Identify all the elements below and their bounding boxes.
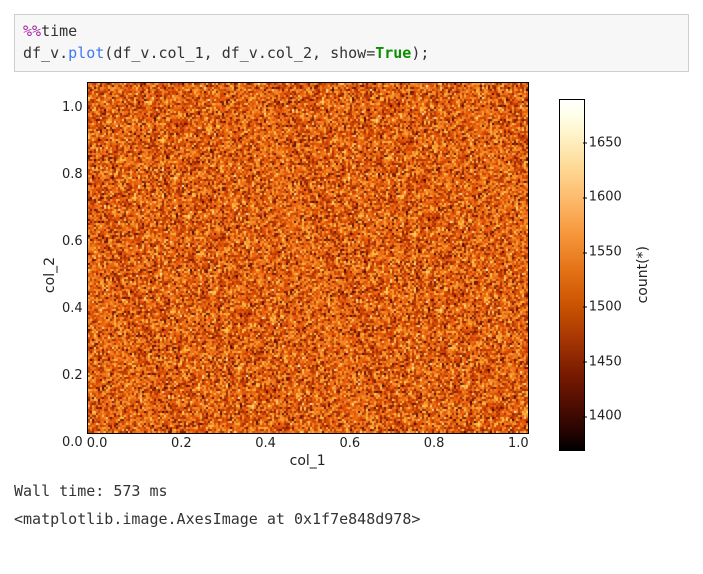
- colorbar-ticks: 1400 1450 1500 1550 1600 1650: [585, 99, 631, 449]
- wall-time: Wall time: 573 ms: [14, 477, 689, 506]
- repr-output: <matplotlib.image.AxesImage at 0x1f7e848…: [14, 505, 689, 534]
- colorbar-tick: 1600: [589, 190, 622, 205]
- colorbar-tick: 1500: [589, 299, 622, 314]
- magic-percent: %%: [23, 22, 41, 40]
- code-obj: df_v: [23, 44, 59, 62]
- y-tick: 0.0: [62, 435, 83, 450]
- colorbar-label: count(*): [635, 246, 651, 303]
- y-ticks: 1.0 0.8 0.6 0.4 0.2 0.0: [62, 100, 87, 450]
- x-tick: 0.2: [171, 436, 192, 451]
- x-axis-label: col_1: [87, 453, 529, 469]
- output-text: Wall time: 573 ms <matplotlib.image.Axes…: [14, 477, 689, 534]
- x-tick: 0.6: [339, 436, 360, 451]
- colorbar-tick: 1450: [589, 354, 622, 369]
- figure: col_2 1.0 0.8 0.6 0.4 0.2 0.0 0.0 0.2 0.…: [42, 82, 689, 469]
- magic-name: time: [41, 22, 77, 40]
- colorbar-tick: 1400: [589, 409, 622, 424]
- heatmap-canvas: [88, 83, 528, 433]
- x-tick: 0.4: [255, 436, 276, 451]
- x-tick: 0.0: [87, 436, 108, 451]
- code-method: plot: [68, 44, 104, 62]
- y-tick: 0.6: [62, 234, 83, 249]
- x-ticks: 0.0 0.2 0.4 0.6 0.8 1.0: [87, 436, 529, 451]
- x-tick: 0.8: [424, 436, 445, 451]
- colorbar-tick: 1550: [589, 245, 622, 260]
- y-tick: 0.4: [62, 301, 83, 316]
- y-tick: 1.0: [62, 100, 83, 115]
- code-cell: %%time df_v.plot(df_v.col_1, df_v.col_2,…: [14, 14, 689, 72]
- y-tick: 0.2: [62, 368, 83, 383]
- x-tick: 1.0: [508, 436, 529, 451]
- heatmap-plot: [87, 82, 529, 434]
- colorbar-tick: 1650: [589, 135, 622, 150]
- y-tick: 0.8: [62, 167, 83, 182]
- colorbar: 1400 1450 1500 1550 1600 1650 count(*): [559, 82, 651, 469]
- colorbar-gradient: [559, 99, 585, 451]
- y-axis-label: col_2: [42, 257, 58, 293]
